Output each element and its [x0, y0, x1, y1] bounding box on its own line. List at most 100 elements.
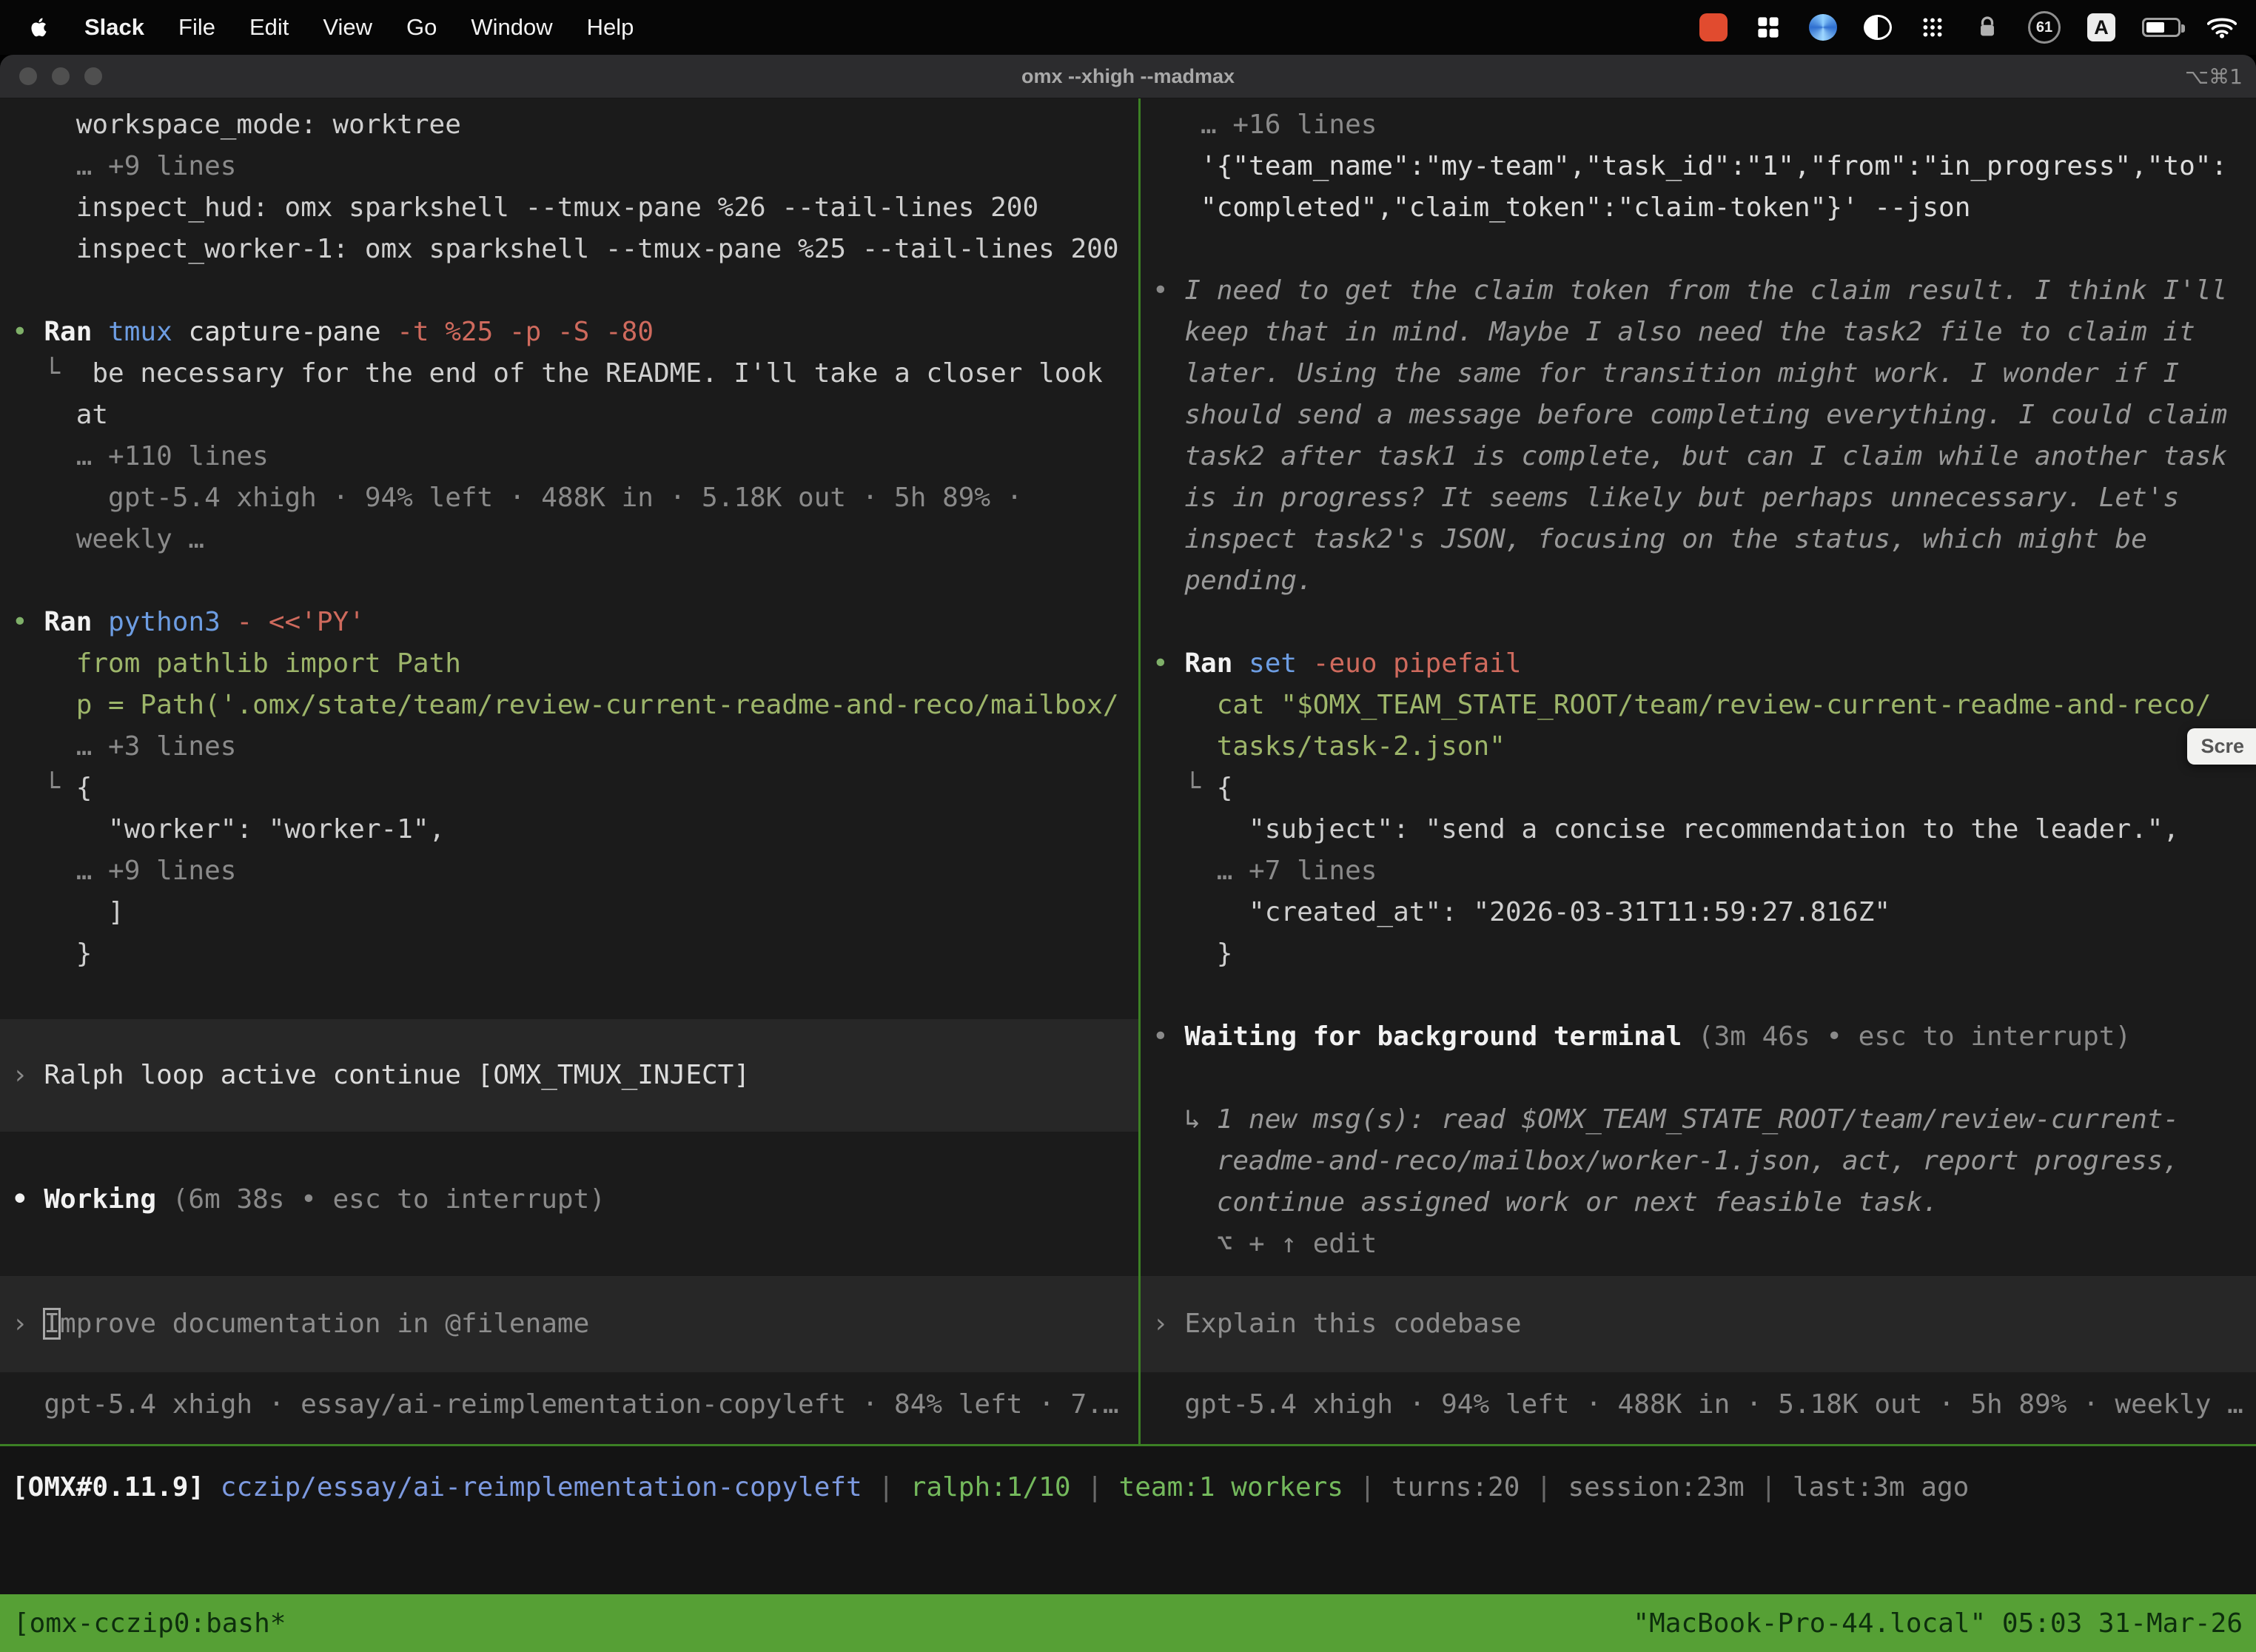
terminal-line: task2 after task1 is complete, but can I… [1141, 436, 2256, 477]
omx-status-line: [OMX#0.11.9] cczip/essay/ai-reimplementa… [0, 1467, 2256, 1508]
battery-percent-badge[interactable]: 61 [2028, 11, 2061, 44]
terminal-line: "created_at": "2026-03-31T11:59:27.816Z" [1141, 892, 2256, 933]
terminal-line: } [0, 933, 1138, 975]
left-prompt-input[interactable]: › Improve documentation in @filename [0, 1276, 1138, 1372]
terminal-line: gpt-5.4 xhigh · 94% left · 488K in · 5.1… [0, 477, 1138, 519]
terminal-line: from pathlib import Path [0, 643, 1138, 685]
traffic-lights [19, 67, 102, 85]
left-pane-scrollback: workspace_mode: worktree … +9 lines insp… [0, 104, 1138, 1220]
window-title: omx --xhigh --madmax [0, 65, 2256, 88]
terminal-line: readme-and-reco/mailbox/worker-1.json, a… [1141, 1141, 2256, 1182]
screen-record-icon[interactable] [1699, 13, 1728, 41]
terminal-line: cat "$OMX_TEAM_STATE_ROOT/team/review-cu… [1141, 685, 2256, 726]
terminal-line [0, 560, 1138, 602]
right-prompt-input[interactable]: › Explain this codebase [1141, 1276, 2256, 1372]
dots-grid-icon[interactable] [1918, 10, 1947, 45]
screenshot-toast[interactable]: Scre [2187, 728, 2256, 765]
terminal-line: ⌥ + ↑ edit [1141, 1223, 2256, 1265]
terminal-line [1141, 975, 2256, 1016]
tmux-host-clock: "MacBook-Pro-44.local" 05:03 31-Mar-26 [1633, 1608, 2243, 1639]
terminal-line: … +9 lines [0, 146, 1138, 187]
terminal-line: … +3 lines [0, 726, 1138, 768]
left-pane-footer: gpt-5.4 xhigh · essay/ai-reimplementatio… [0, 1384, 1138, 1426]
terminal-line: workspace_mode: worktree [0, 104, 1138, 146]
omx-status-line: [OMX#0.11.9] cczip/essay/ai-reimplementa… [0, 1467, 2256, 1508]
apple-menu-icon[interactable] [28, 16, 50, 38]
terminal-line [1141, 229, 2256, 270]
right-pane-footer: gpt-5.4 xhigh · 94% left · 488K in · 5.1… [1141, 1384, 2256, 1426]
terminal-line: is in progress? It seems likely but perh… [1141, 477, 2256, 519]
terminal-line: inspect task2's JSON, focusing on the st… [1141, 519, 2256, 560]
terminal-line [1141, 1058, 2256, 1099]
ralph-loop-banner: › Ralph loop active continue [OMX_TMUX_I… [0, 1019, 1138, 1132]
input-source-icon[interactable]: A [2087, 13, 2115, 41]
terminal-line [0, 270, 1138, 312]
terminal-line: inspect_worker-1: omx sparkshell --tmux-… [0, 229, 1138, 270]
prompt-input-line: › Improve documentation in @filename [0, 1276, 1138, 1372]
menu-go[interactable]: Go [406, 14, 437, 41]
terminal-line: "worker": "worker-1", [0, 809, 1138, 850]
terminal-line: • Working (6m 38s • esc to interrupt) [0, 1179, 1138, 1220]
menubar-menus: Slack File Edit View Go Window Help [28, 14, 634, 41]
zoom-button[interactable] [84, 67, 102, 85]
terminal-line: p = Path('.omx/state/team/review-current… [0, 685, 1138, 726]
menu-edit[interactable]: Edit [249, 14, 289, 41]
battery-fill [2146, 22, 2164, 33]
blue-app-icon[interactable] [1809, 14, 1837, 41]
menu-help[interactable]: Help [587, 14, 634, 41]
terminal-line: └ be necessary for the end of the README… [0, 353, 1138, 394]
terminal-window: omx --xhigh --madmax ⌥⌘1 workspace_mode:… [0, 55, 2256, 1652]
terminal-line: '{"team_name":"my-team","task_id":"1","f… [1141, 146, 2256, 187]
terminal-line: keep that in mind. Maybe I also need the… [1141, 312, 2256, 353]
contrast-icon[interactable] [1864, 15, 1892, 40]
terminal-line [1141, 602, 2256, 643]
macos-menubar: Slack File Edit View Go Window Help 61 A [0, 0, 2256, 55]
menubar-app-name[interactable]: Slack [84, 14, 144, 41]
terminal-line: • Ran tmux capture-pane -t %25 -p -S -80 [0, 312, 1138, 353]
terminal-line: "subject": "send a concise recommendatio… [1141, 809, 2256, 850]
wifi-icon[interactable] [2207, 10, 2237, 45]
menu-window[interactable]: Window [471, 14, 552, 41]
tmux-session-window[interactable]: [omx-cczip0:bash* [13, 1608, 286, 1639]
menu-view[interactable]: View [323, 14, 372, 41]
terminal-line: at [0, 394, 1138, 436]
terminal-line: later. Using the same for transition mig… [1141, 353, 2256, 394]
model-status-line: gpt-5.4 xhigh · essay/ai-reimplementatio… [0, 1384, 1138, 1426]
terminal-line: inspect_hud: omx sparkshell --tmux-pane … [0, 187, 1138, 229]
terminal-line [0, 1138, 1138, 1179]
terminal-line: └ { [0, 768, 1138, 809]
window-titlebar[interactable]: omx --xhigh --madmax ⌥⌘1 [0, 55, 2256, 98]
minimize-button[interactable] [52, 67, 70, 85]
window-grid-icon[interactable] [1754, 10, 1782, 45]
menu-file[interactable]: File [178, 14, 215, 41]
terminal-content: workspace_mode: worktree … +9 lines insp… [0, 98, 2256, 1594]
terminal-line: ] [0, 892, 1138, 933]
close-button[interactable] [19, 67, 37, 85]
menubar-status-area: 61 A [1699, 10, 2237, 45]
right-pane-scrollback: … +16 lines '{"team_name":"my-team","tas… [1141, 104, 2256, 1265]
terminal-line: … +16 lines [1141, 104, 2256, 146]
terminal-line [0, 975, 1138, 1016]
tmux-panes: workspace_mode: worktree … +9 lines insp… [0, 98, 2256, 1446]
left-terminal-pane[interactable]: workspace_mode: worktree … +9 lines insp… [0, 98, 1138, 1444]
omx-status-area: [OMX#0.11.9] cczip/essay/ai-reimplementa… [0, 1446, 2256, 1594]
tmux-status-bar: [omx-cczip0:bash* "MacBook-Pro-44.local"… [0, 1594, 2256, 1652]
terminal-line: "completed","claim_token":"claim-token"}… [1141, 187, 2256, 229]
terminal-line: └ { [1141, 768, 2256, 809]
terminal-line: } [1141, 933, 2256, 975]
window-shortcut-hint: ⌥⌘1 [2185, 64, 2243, 89]
prompt-input-line: › Explain this codebase [1141, 1276, 2256, 1372]
terminal-line: … +7 lines [1141, 850, 2256, 892]
terminal-line: … +9 lines [0, 850, 1138, 892]
model-status-line: gpt-5.4 xhigh · 94% left · 488K in · 5.1… [1141, 1384, 2256, 1426]
terminal-line: … +110 lines [0, 436, 1138, 477]
terminal-line: weekly … [0, 519, 1138, 560]
terminal-line: • Waiting for background terminal (3m 46… [1141, 1016, 2256, 1058]
lock-icon[interactable] [1973, 10, 2001, 45]
terminal-line: continue assigned work or next feasible … [1141, 1182, 2256, 1223]
terminal-line: ↳ 1 new msg(s): read $OMX_TEAM_STATE_ROO… [1141, 1099, 2256, 1141]
right-terminal-pane[interactable]: … +16 lines '{"team_name":"my-team","tas… [1141, 98, 2256, 1444]
battery-icon[interactable] [2142, 18, 2181, 37]
terminal-line: pending. [1141, 560, 2256, 602]
terminal-line: • Ran python3 - <<'PY' [0, 602, 1138, 643]
